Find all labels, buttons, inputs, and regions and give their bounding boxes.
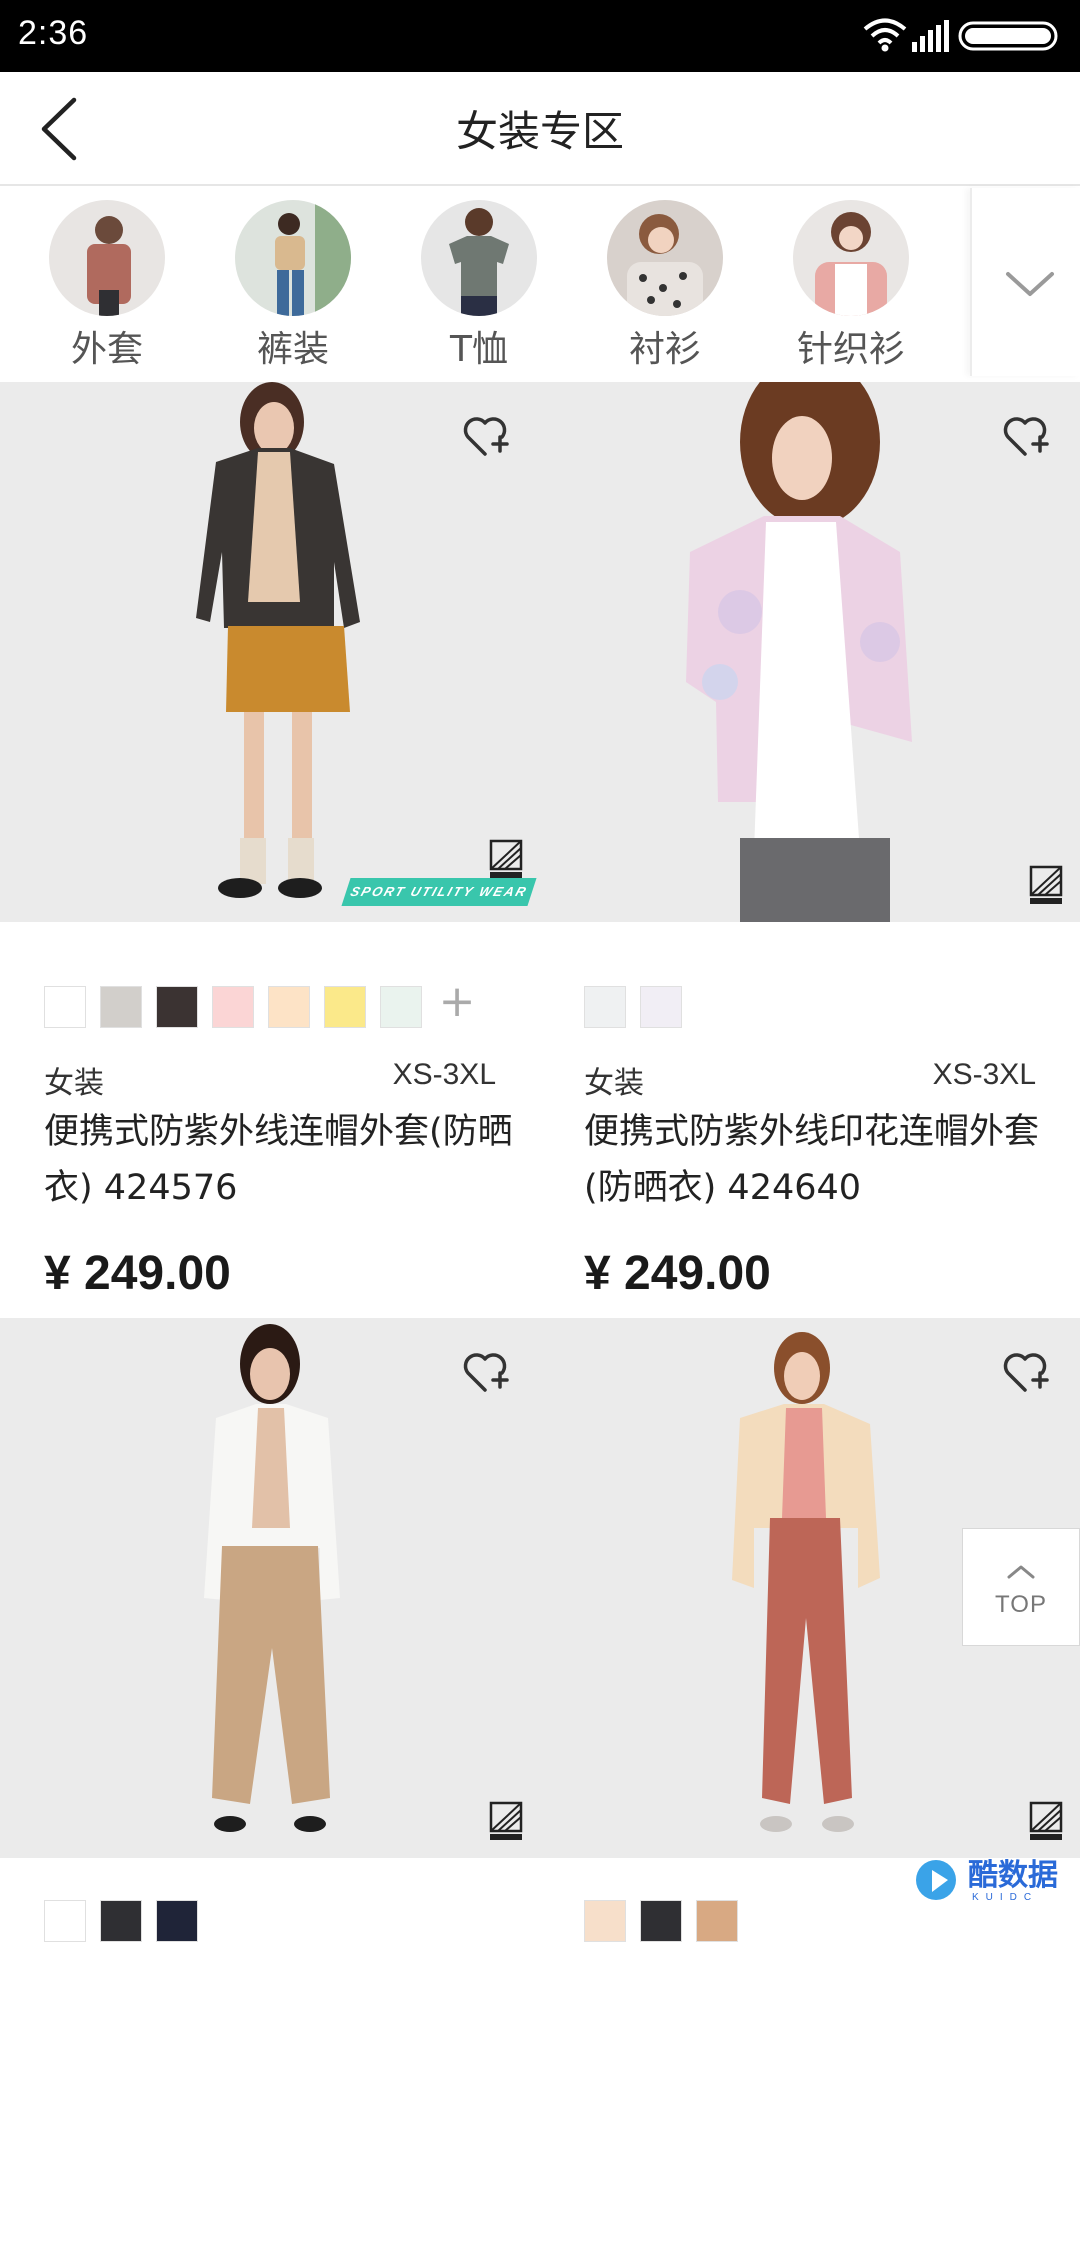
color-swatch[interactable] <box>640 1900 682 1942</box>
status-time: 2:36 <box>18 14 89 52</box>
color-swatch[interactable] <box>156 986 198 1028</box>
category-thumb <box>235 200 351 316</box>
category-label: 裤装 <box>256 329 329 370</box>
header: 女装专区 <box>0 72 1080 186</box>
product-card[interactable]: SPORT UTILITY WEAR + 女装 XS-3XL 便携式防紫外线连帽… <box>0 382 540 1318</box>
category-pants[interactable]: 裤装 <box>218 200 368 370</box>
category-shirt[interactable]: 衬衫 <box>590 200 740 370</box>
product-name[interactable]: 便携式防紫外线印花连帽外套(防晒衣) 424640 <box>584 1104 1054 1216</box>
model-image <box>196 382 360 898</box>
sport-utility-tag: SPORT UTILITY WEAR <box>341 878 537 906</box>
uv-protection-icon <box>489 1801 523 1840</box>
page-title: 女装专区 <box>455 107 624 156</box>
model-image <box>204 1324 340 1832</box>
uv-protection-icon <box>489 839 523 878</box>
product-category: 女装 <box>44 1066 104 1101</box>
heart-plus-icon[interactable] <box>460 412 510 460</box>
product-card[interactable] <box>0 1318 540 2254</box>
signal-icon <box>912 20 949 52</box>
category-tshirt[interactable]: T恤 <box>404 200 554 370</box>
color-swatch[interactable] <box>380 986 422 1028</box>
color-swatch[interactable] <box>156 1900 198 1942</box>
back-to-top-button[interactable]: TOP <box>962 1528 1080 1646</box>
product-card[interactable]: 女装 XS-3XL 便携式防紫外线印花连帽外套(防晒衣) 424640 ¥ 24… <box>540 382 1080 1318</box>
category-knitwear[interactable]: 针织衫 <box>776 200 926 370</box>
watermark-logo: 酷数据 KUIDC <box>908 1844 1080 1920</box>
watermark-subtext: KUIDC <box>972 1892 1039 1903</box>
model-image <box>686 382 912 922</box>
color-swatch[interactable] <box>100 1900 142 1942</box>
product-size-range: XS-3XL <box>392 1058 496 1091</box>
heart-plus-icon[interactable] <box>1000 1348 1050 1396</box>
color-swatch[interactable] <box>44 986 86 1028</box>
category-label: 衬衫 <box>628 329 701 370</box>
category-thumb <box>49 200 165 316</box>
product-image[interactable] <box>540 382 1080 922</box>
model-image <box>627 214 703 316</box>
heart-plus-icon[interactable] <box>1000 412 1050 460</box>
category-outerwear[interactable]: 外套 <box>32 200 182 370</box>
expand-categories-button[interactable] <box>970 188 1080 376</box>
chevron-up-icon <box>1007 1565 1035 1579</box>
color-swatch[interactable] <box>324 986 366 1028</box>
color-swatch[interactable] <box>44 1900 86 1942</box>
model-image <box>275 200 351 316</box>
battery-icon <box>958 21 1058 51</box>
color-swatch[interactable] <box>584 1900 626 1942</box>
model-image <box>815 212 887 316</box>
chevron-down-icon <box>1006 272 1054 296</box>
product-image[interactable]: SPORT UTILITY WEAR <box>0 382 540 922</box>
product-price: ¥ 249.00 <box>44 1247 231 1300</box>
watermark-mark-icon <box>916 1860 956 1900</box>
status-bar: 2:36 <box>0 0 1080 72</box>
category-thumb <box>421 200 537 316</box>
uv-protection-icon <box>1029 1801 1063 1840</box>
model-image <box>449 208 509 316</box>
top-label: TOP <box>995 1591 1047 1618</box>
color-swatch[interactable] <box>268 986 310 1028</box>
product-size-range: XS-3XL <box>932 1058 1036 1091</box>
category-label: T恤 <box>450 329 508 370</box>
uv-protection-icon <box>1029 865 1063 904</box>
product-card[interactable] <box>540 1318 1080 2254</box>
heart-plus-icon[interactable] <box>460 1348 510 1396</box>
more-colors-icon[interactable]: + <box>436 980 478 1024</box>
model-image <box>87 216 131 316</box>
category-label: 外套 <box>70 329 143 370</box>
color-swatch[interactable] <box>100 986 142 1028</box>
category-thumb <box>607 200 723 316</box>
product-name[interactable]: 便携式防紫外线连帽外套(防晒衣) 424576 <box>44 1104 514 1216</box>
color-swatch[interactable] <box>696 1900 738 1942</box>
product-price: ¥ 249.00 <box>584 1247 771 1300</box>
product-category: 女装 <box>584 1066 644 1101</box>
color-swatch[interactable] <box>640 986 682 1028</box>
color-swatch[interactable] <box>212 986 254 1028</box>
category-thumb <box>793 200 909 316</box>
wifi-icon <box>863 18 907 52</box>
category-strip: 外套 裤装 T恤 衬衫 针织衫 <box>0 188 1080 380</box>
category-label: 针织衫 <box>796 329 905 370</box>
color-swatch[interactable] <box>584 986 626 1028</box>
product-image[interactable] <box>0 1318 540 1858</box>
watermark-text: 酷数据 <box>968 1858 1058 1893</box>
